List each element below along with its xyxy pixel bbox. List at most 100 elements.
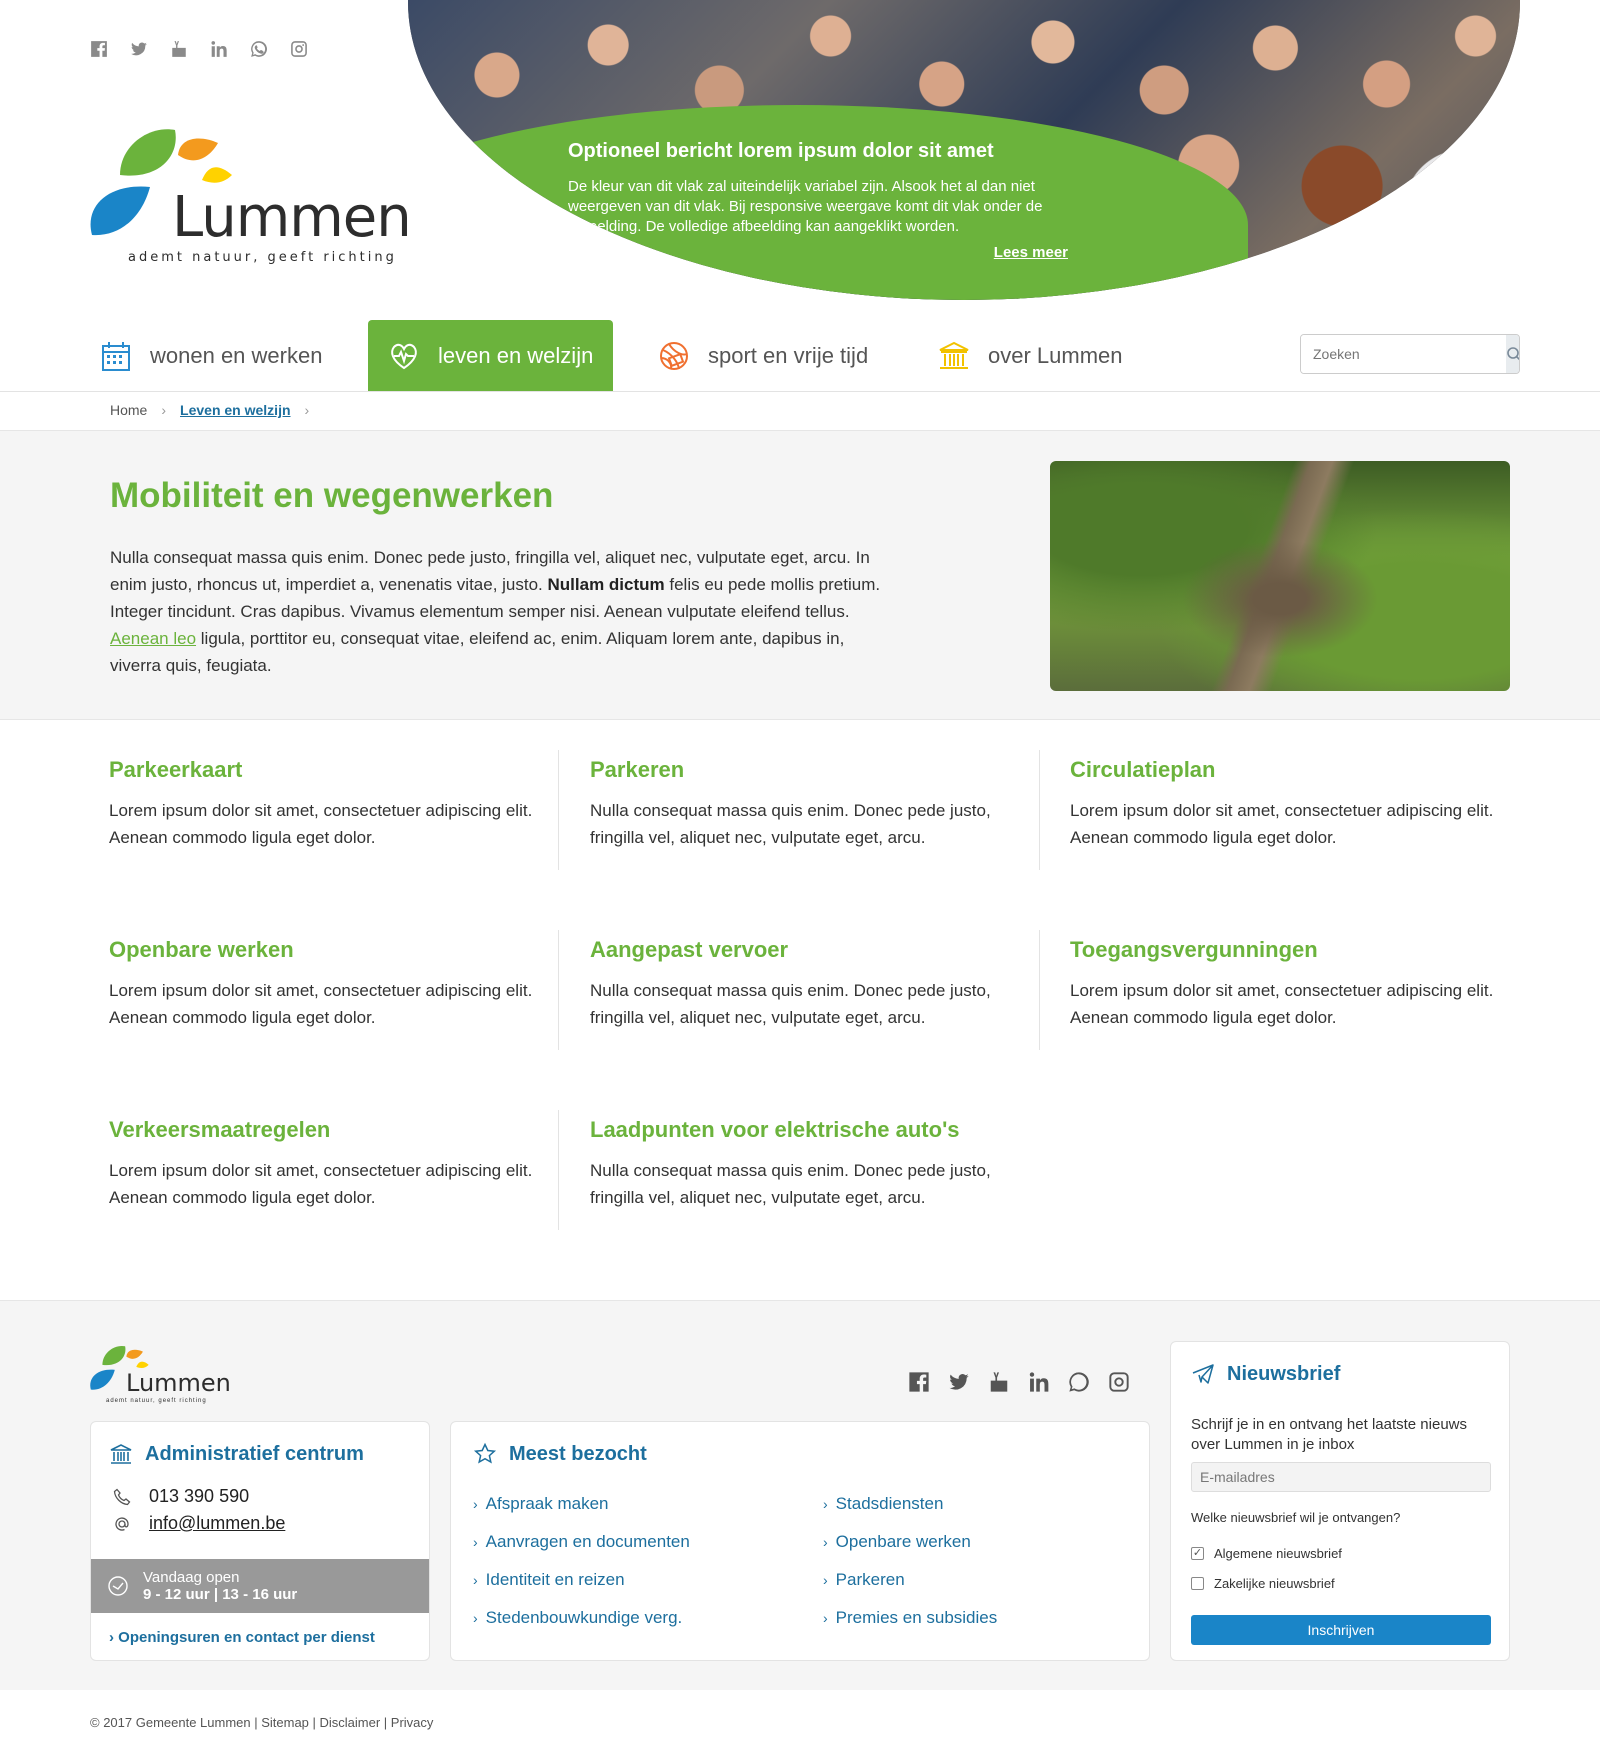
footer-social-links	[908, 1371, 1130, 1393]
phone-icon	[113, 1488, 131, 1505]
logo-wordmark: Lummen	[172, 185, 412, 250]
card-text: Nulla consequat massa quis enim. Donec p…	[590, 1161, 991, 1207]
card-title[interactable]: Toegangsvergunningen	[1070, 937, 1510, 963]
hero-text: De kleur van dit vlak zal uiteindelijk v…	[568, 178, 1043, 235]
option-label: Zakelijke nieuwsbrief	[1214, 1576, 1335, 1591]
hero-banner[interactable]: Optioneel bericht lorem ipsum dolor sit …	[408, 0, 1520, 300]
topic-card-verkeersmaatregelen[interactable]: Verkeersmaatregelen Lorem ipsum dolor si…	[109, 1117, 549, 1211]
facebook-icon[interactable]	[908, 1371, 930, 1393]
most-visited-panel: Meest bezocht › Afspraak maken › Stadsdien…	[450, 1421, 1150, 1661]
most-visited-link[interactable]: › Afspraak maken	[473, 1494, 823, 1514]
card-title[interactable]: Laadpunten voor elektrische auto's	[590, 1117, 1030, 1143]
card-text: Lorem ipsum dolor sit amet, consectetuer…	[1070, 981, 1494, 1027]
heart-pulse-icon	[391, 343, 417, 369]
most-visited-link[interactable]: › Aanvragen en documenten	[473, 1532, 823, 1552]
card-title[interactable]: Openbare werken	[109, 937, 549, 963]
instagram-icon[interactable]	[290, 40, 308, 58]
card-title[interactable]: Parkeren	[590, 757, 1030, 783]
linkedin-icon[interactable]	[1028, 1371, 1050, 1393]
star-icon	[473, 1442, 497, 1464]
linkedin-icon[interactable]	[210, 40, 228, 58]
admin-center-panel: Administratief centrum 013 390 590 info@…	[90, 1421, 430, 1661]
newsletter-email-field[interactable]: E-mailadres	[1191, 1462, 1491, 1492]
main-navigation: wonen en werken leven en welzijn sport e…	[0, 320, 1600, 392]
youtube-icon[interactable]	[170, 40, 188, 58]
nav-label: wonen en werken	[150, 342, 323, 368]
topic-card-laadpunten[interactable]: Laadpunten voor elektrische auto's Nulla…	[590, 1117, 1030, 1211]
topic-card-toegangsvergunningen[interactable]: Toegangsvergunningen Lorem ipsum dolor s…	[1070, 937, 1510, 1031]
lummen-logo[interactable]: Lummen ademt natuur, geeft richting	[90, 125, 412, 265]
intro-bold: Nullam dictum	[547, 575, 665, 594]
nav-item-sport-en-vrije-tijd[interactable]: sport en vrije tijd	[658, 320, 868, 391]
admin-email[interactable]: info@lummen.be	[113, 1513, 285, 1534]
nav-label: sport en vrije tijd	[708, 342, 869, 368]
youtube-icon[interactable]	[988, 1371, 1010, 1393]
link-label: Stadsdiensten	[835, 1494, 944, 1513]
chevron-right-icon: ›	[473, 1496, 478, 1512]
most-visited-link[interactable]: › Stedenbouwkundige verg.	[473, 1608, 823, 1628]
nav-item-leven-en-welzijn[interactable]: leven en welzijn	[368, 320, 614, 391]
topic-card-parkeren[interactable]: Parkeren Nulla consequat massa quis enim…	[590, 757, 1030, 851]
card-title[interactable]: Parkeerkaart	[109, 757, 549, 783]
topic-card-aangepast-vervoer[interactable]: Aangepast vervoer Nulla consequat massa …	[590, 937, 1030, 1031]
twitter-icon[interactable]	[948, 1371, 970, 1393]
card-title[interactable]: Verkeersmaatregelen	[109, 1117, 549, 1143]
admin-phone[interactable]: 013 390 590	[113, 1486, 249, 1507]
card-title[interactable]: Circulatieplan	[1070, 757, 1510, 783]
search-icon	[1507, 347, 1519, 361]
nav-item-wonen-en-werken[interactable]: wonen en werken	[100, 320, 322, 391]
hero-read-more-link[interactable]: Lees meer	[994, 244, 1068, 261]
footer-logo-tagline: ademt natuur, geeft richting	[106, 1398, 207, 1404]
footer-logo-wordmark: Lummen	[126, 1369, 231, 1397]
chevron-right-icon: ›	[473, 1572, 478, 1588]
topic-card-parkeerkaart[interactable]: Parkeerkaart Lorem ipsum dolor sit amet,…	[109, 757, 549, 851]
topic-card-circulatieplan[interactable]: Circulatieplan Lorem ipsum dolor sit ame…	[1070, 757, 1510, 851]
search-input[interactable]	[1301, 335, 1506, 373]
newsletter-question: Welke nieuwsbrief wil je ontvangen?	[1191, 1510, 1401, 1525]
hero-title: Optioneel bericht lorem ipsum dolor sit …	[568, 140, 994, 162]
checkbox-checked-icon[interactable]: ✓	[1191, 1547, 1204, 1560]
checkbox-unchecked-icon[interactable]	[1191, 1577, 1204, 1590]
newsletter-panel: Nieuwsbrief Schrijf je in en ontvang het…	[1170, 1341, 1510, 1661]
opening-hours-link[interactable]: › Openingsuren en contact per dienst	[109, 1629, 375, 1646]
link-label: Afspraak maken	[485, 1494, 609, 1513]
topic-card-openbare-werken[interactable]: Openbare werken Lorem ipsum dolor sit am…	[109, 937, 549, 1031]
instagram-icon[interactable]	[1108, 1371, 1130, 1393]
at-icon	[115, 1516, 129, 1531]
breadcrumb-home[interactable]: Home	[110, 402, 147, 418]
chevron-right-icon: ›	[823, 1610, 828, 1626]
chevron-right-icon: ›	[473, 1610, 478, 1626]
nav-item-over-lummen[interactable]: over Lummen	[938, 320, 1123, 391]
whatsapp-icon[interactable]	[1068, 1371, 1090, 1393]
twitter-icon[interactable]	[130, 40, 148, 58]
newsletter-option-general[interactable]: ✓ Algemene nieuwsbrief	[1191, 1546, 1342, 1561]
most-visited-links: › Afspraak maken › Stadsdiensten › Aanvrage…	[473, 1494, 1143, 1628]
facebook-icon[interactable]	[90, 40, 108, 58]
chevron-right-icon: ›	[304, 402, 310, 418]
admin-center-title: Administratief centrum	[145, 1442, 364, 1465]
nav-label: leven en welzijn	[438, 342, 594, 368]
subscribe-button[interactable]: Inschrijven	[1191, 1615, 1491, 1645]
card-title[interactable]: Aangepast vervoer	[590, 937, 1030, 963]
whatsapp-icon[interactable]	[250, 40, 268, 58]
most-visited-link[interactable]: › Parkeren	[823, 1570, 1143, 1590]
breadcrumb-current[interactable]: Leven en welzijn	[180, 402, 290, 418]
most-visited-link[interactable]: › Stadsdiensten	[823, 1494, 1143, 1514]
intro-inline-link[interactable]: Aenean leo	[110, 629, 196, 648]
breadcrumb: Home › Leven en welzijn ›	[110, 402, 309, 418]
card-text: Nulla consequat massa quis enim. Donec p…	[590, 981, 991, 1027]
paper-plane-icon	[1192, 1364, 1214, 1384]
newsletter-option-business[interactable]: Zakelijke nieuwsbrief	[1191, 1576, 1335, 1591]
admin-email-address: info@lummen.be	[149, 1513, 286, 1533]
most-visited-link[interactable]: › Openbare werken	[823, 1532, 1143, 1552]
search-button[interactable]	[1506, 335, 1519, 373]
link-label: Stedenbouwkundige verg.	[485, 1608, 683, 1627]
footer-logo[interactable]: Lummen ademt natuur, geeft richting	[90, 1341, 231, 1404]
chevron-right-icon: ›	[823, 1572, 828, 1588]
footer: Lummen ademt natuur, geeft richting Admi…	[0, 1300, 1600, 1690]
card-divider	[1039, 750, 1040, 870]
chevron-right-icon: ›	[823, 1534, 828, 1550]
chevron-right-icon: ›	[161, 402, 167, 418]
most-visited-link[interactable]: › Identiteit en reizen	[473, 1570, 823, 1590]
most-visited-link[interactable]: › Premies en subsidies	[823, 1608, 1143, 1628]
